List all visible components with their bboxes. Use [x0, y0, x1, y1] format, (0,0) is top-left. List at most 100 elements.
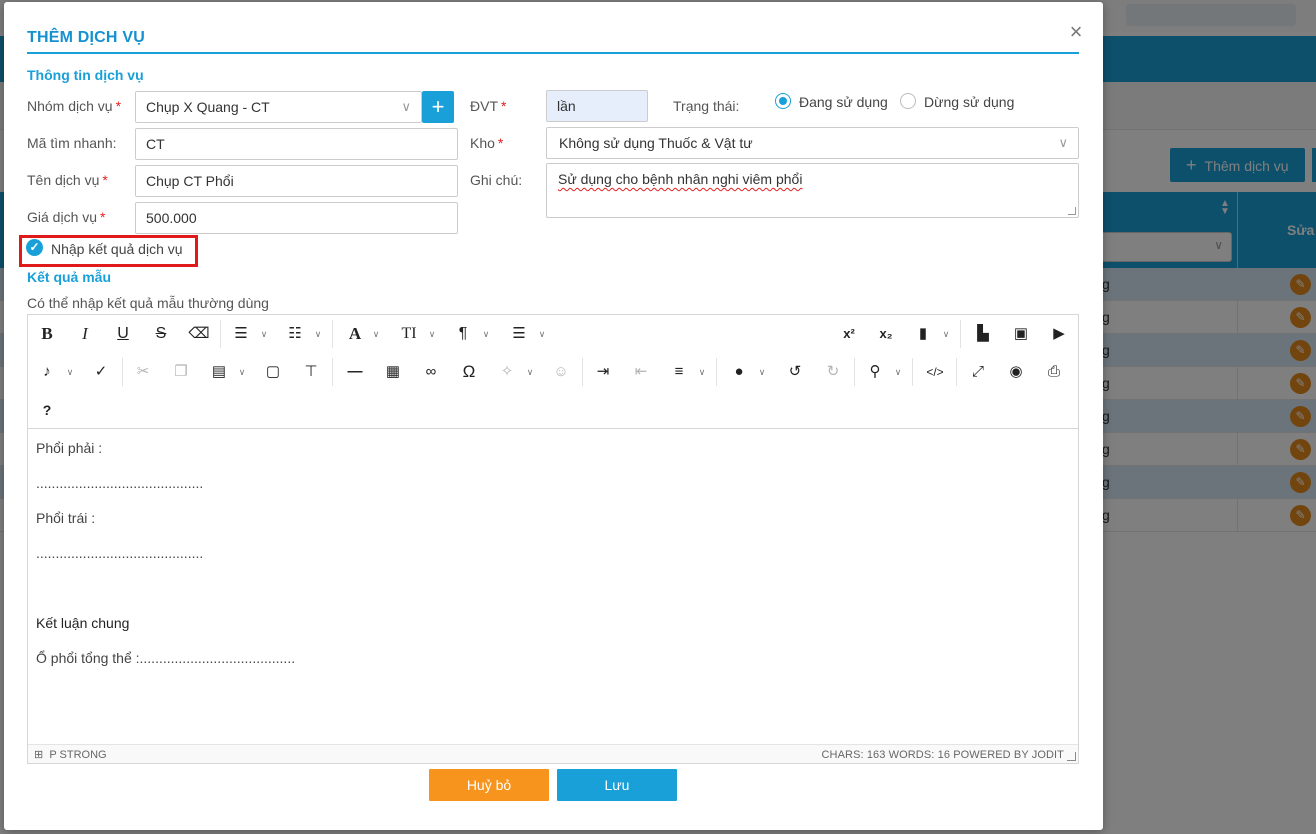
underline-icon[interactable]: U: [108, 319, 138, 349]
file-icon[interactable]: ▙: [968, 319, 998, 349]
align-icon[interactable]: ≡: [664, 357, 694, 387]
status-active-label[interactable]: Đang sử dụng: [799, 94, 888, 110]
chevron-down-icon[interactable]: ∨: [536, 319, 548, 349]
chevron-down-icon[interactable]: ∨: [696, 357, 708, 387]
undo-icon[interactable]: ↺: [780, 357, 810, 387]
chevron-down-icon[interactable]: ∨: [312, 319, 324, 349]
ai-assistant-icon[interactable]: ☺: [546, 357, 576, 387]
fullscreen-icon[interactable]: ⤢: [963, 357, 993, 387]
resize-grip-icon[interactable]: [1068, 207, 1076, 215]
cancel-button[interactable]: Huỷ bỏ: [429, 769, 549, 801]
grid-icon[interactable]: ⊞: [34, 749, 43, 761]
sample-result-hint: Có thể nhập kết quả mẫu thường dùng: [27, 295, 269, 311]
subscript-icon[interactable]: x₂: [871, 319, 901, 349]
enter-result-label[interactable]: Nhập kết quả dịch vụ: [51, 241, 183, 257]
paste-icon[interactable]: ▤: [204, 357, 234, 387]
print-icon[interactable]: ⎙: [1039, 357, 1069, 387]
enter-result-checkbox[interactable]: ✓: [26, 239, 43, 256]
find-icon[interactable]: ⚲: [860, 357, 890, 387]
status-label: Trạng thái:: [673, 98, 740, 114]
paragraph-icon[interactable]: ¶: [448, 319, 478, 349]
superscript-icon[interactable]: x²: [834, 319, 864, 349]
note-label: Ghi chú:: [470, 172, 523, 188]
chevron-down-icon[interactable]: ∨: [756, 357, 768, 387]
chevron-down-icon[interactable]: ∨: [64, 357, 76, 387]
select-all-icon[interactable]: ▢: [258, 357, 288, 387]
preview-icon[interactable]: ◉: [1001, 357, 1031, 387]
chevron-down-icon[interactable]: ∨: [892, 357, 904, 387]
format-painter-icon[interactable]: ⊤: [296, 357, 326, 387]
chevron-down-icon[interactable]: ∨: [426, 319, 438, 349]
service-info-section-title: Thông tin dịch vụ: [27, 67, 144, 83]
toolbar-separator: [854, 358, 855, 386]
service-name-label: Tên dịch vụ *: [27, 172, 108, 188]
content-line: Kết luận chung: [36, 615, 130, 631]
microphone-icon[interactable]: ♪: [32, 357, 62, 387]
table-icon[interactable]: ▦: [378, 357, 408, 387]
eraser-icon[interactable]: ⌫: [184, 319, 214, 349]
image-icon[interactable]: ▣: [1006, 319, 1036, 349]
status-active-radio[interactable]: [775, 93, 791, 109]
price-label: Giá dịch vụ *: [27, 209, 106, 225]
spellcheck-icon[interactable]: ✓: [86, 357, 116, 387]
status-inactive-label[interactable]: Dừng sử dụng: [924, 94, 1014, 110]
chevron-down-icon[interactable]: ∨: [236, 357, 248, 387]
chevron-down-icon[interactable]: ∨: [370, 319, 382, 349]
help-icon[interactable]: ?: [32, 395, 62, 425]
font-size-icon[interactable]: TI: [394, 319, 424, 349]
line-height-icon[interactable]: ☰: [504, 319, 534, 349]
source-icon[interactable]: </>: [920, 357, 950, 387]
chevron-down-icon[interactable]: ∨: [258, 319, 270, 349]
element-path[interactable]: P STRONG: [49, 749, 106, 761]
quick-code-input[interactable]: CT: [135, 128, 458, 160]
chevron-down-icon: ∨: [1058, 135, 1068, 150]
ai-magic-icon[interactable]: ✧: [492, 357, 522, 387]
chevron-down-icon[interactable]: ∨: [940, 319, 952, 349]
editor-content[interactable]: Phổi phải : ............................…: [28, 430, 1078, 744]
warehouse-label: Kho *: [470, 135, 504, 151]
horizontal-rule-icon[interactable]: —: [340, 357, 370, 387]
note-textarea[interactable]: Sử dụng cho bệnh nhân nghi viêm phổi: [546, 163, 1079, 218]
content-line: Phổi phải :: [36, 440, 103, 456]
cut-icon[interactable]: ✂: [128, 357, 158, 387]
toolbar-separator: [122, 358, 123, 386]
content-line: Phổi trái :: [36, 510, 96, 526]
chevron-down-icon[interactable]: ∨: [524, 357, 536, 387]
toolbar-separator: [332, 358, 333, 386]
strikethrough-icon[interactable]: S: [146, 319, 176, 349]
save-button[interactable]: Lưu: [557, 769, 677, 801]
video-icon[interactable]: ▶: [1044, 319, 1074, 349]
status-inactive-radio[interactable]: [900, 93, 916, 109]
editor-statusbar: ⊞ P STRONG CHARS: 163 WORDS: 16 POWERED …: [28, 744, 1078, 763]
outdent-icon[interactable]: ⇤: [626, 357, 656, 387]
add-group-button[interactable]: +: [422, 91, 454, 123]
service-name-input[interactable]: Chụp CT Phổi: [135, 165, 458, 197]
brush-icon[interactable]: ●: [724, 357, 754, 387]
symbol-icon[interactable]: Ω: [454, 357, 484, 387]
font-icon[interactable]: A: [340, 319, 370, 349]
redo-icon[interactable]: ↻: [818, 357, 848, 387]
rich-text-editor: B I U S ⌫ ☰ ∨ ☷ ∨ A ∨ TI ∨ ¶ ∨ ☰ ∨ x² x₂…: [27, 314, 1079, 764]
italic-icon[interactable]: I: [70, 319, 100, 349]
chevron-down-icon[interactable]: ∨: [480, 319, 492, 349]
copy-icon[interactable]: ❐: [166, 357, 196, 387]
toolbar-separator: [220, 320, 221, 348]
title-divider: [27, 52, 1079, 54]
modal-title: THÊM DỊCH VỤ: [27, 29, 145, 46]
warehouse-select[interactable]: Không sử dụng Thuốc & Vật tư ∨: [546, 127, 1079, 159]
book-icon[interactable]: ▮: [908, 319, 938, 349]
bold-icon[interactable]: B: [32, 319, 62, 349]
close-icon[interactable]: ×: [1064, 20, 1088, 44]
price-input[interactable]: 500.000: [135, 202, 458, 234]
chevron-down-icon: ∨: [401, 99, 411, 114]
bullet-list-icon[interactable]: ☰: [226, 319, 256, 349]
indent-icon[interactable]: ⇥: [588, 357, 618, 387]
editor-stats: CHARS: 163 WORDS: 16 POWERED BY JODIT: [821, 749, 1064, 761]
sample-result-section-title: Kết quả mẫu: [27, 269, 112, 285]
plus-icon: +: [431, 94, 445, 119]
link-icon[interactable]: ∞: [416, 357, 446, 387]
resize-grip-icon[interactable]: [1067, 752, 1076, 761]
numbered-list-icon[interactable]: ☷: [280, 319, 310, 349]
service-group-select[interactable]: Chụp X Quang - CT ∨: [135, 91, 422, 123]
unit-input[interactable]: lần: [546, 90, 648, 122]
